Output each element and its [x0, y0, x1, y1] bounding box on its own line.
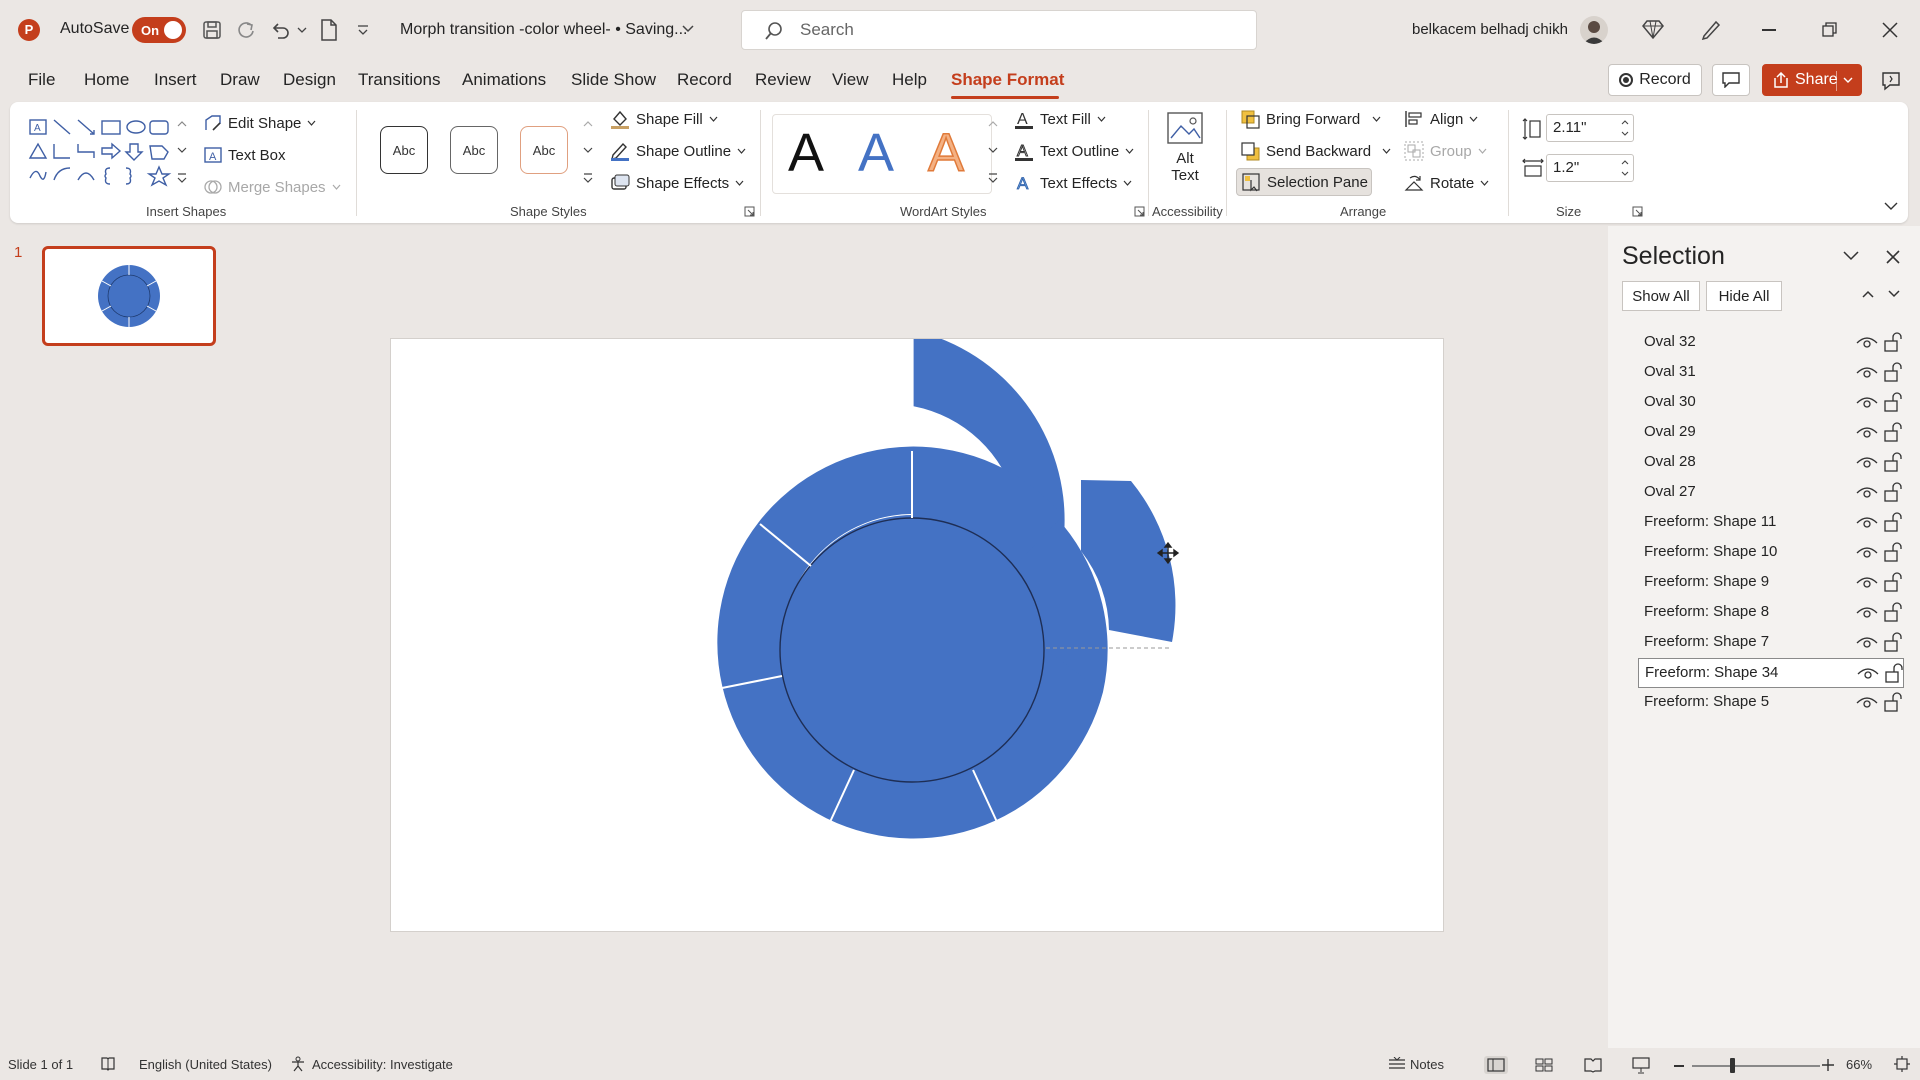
visibility-eye-icon[interactable]: [1856, 396, 1878, 410]
selection-list-item[interactable]: Freeform: Shape 9: [1638, 568, 1904, 598]
notes-button[interactable]: Notes: [1410, 1057, 1444, 1072]
unlock-icon[interactable]: [1884, 422, 1902, 442]
selection-item-label: Freeform: Shape 11: [1644, 513, 1777, 530]
visibility-eye-icon[interactable]: [1856, 456, 1878, 470]
zoom-slider[interactable]: [1692, 1058, 1820, 1073]
selection-item-label: Freeform: Shape 10: [1644, 543, 1778, 560]
selection-list-item[interactable]: Freeform: Shape 7: [1638, 628, 1904, 658]
hide-all-label: Hide All: [1718, 287, 1770, 305]
zoom-level[interactable]: 66%: [1846, 1057, 1872, 1072]
selection-item-label: Freeform: Shape 5: [1644, 693, 1770, 710]
visibility-eye-icon[interactable]: [1856, 546, 1878, 560]
selection-list-item[interactable]: Freeform: Shape 8: [1638, 598, 1904, 628]
selection-list-item[interactable]: Oval 27: [1638, 478, 1904, 508]
visibility-eye-icon[interactable]: [1856, 606, 1878, 620]
wheel-inner-circle[interactable]: [779, 517, 1045, 783]
selection-pane-title: Selection: [1622, 242, 1725, 270]
visibility-eye-icon[interactable]: [1856, 336, 1878, 350]
visibility-eye-icon[interactable]: [1856, 696, 1878, 710]
slide-info[interactable]: Slide 1 of 1: [8, 1057, 73, 1072]
unlock-icon[interactable]: [1884, 332, 1902, 352]
zoom-in-icon[interactable]: [1822, 1059, 1834, 1071]
selection-list-item[interactable]: Oval 32: [1638, 328, 1904, 358]
visibility-eye-icon[interactable]: [1856, 576, 1878, 590]
selection-item-label: Freeform: Shape 34: [1645, 664, 1779, 681]
unlock-icon[interactable]: [1884, 602, 1902, 622]
zoom-slider-thumb[interactable]: [1730, 1058, 1735, 1073]
selection-item-label: Oval 30: [1644, 393, 1696, 410]
visibility-eye-icon[interactable]: [1856, 426, 1878, 440]
fit-to-window-icon[interactable]: [1894, 1056, 1910, 1072]
accessibility-icon[interactable]: [290, 1056, 306, 1072]
zoom-out-icon[interactable]: [1674, 1065, 1684, 1067]
unlock-icon[interactable]: [1884, 482, 1902, 502]
language-status[interactable]: English (United States): [139, 1057, 272, 1072]
visibility-eye-icon[interactable]: [1856, 486, 1878, 500]
visibility-eye-icon[interactable]: [1857, 667, 1879, 681]
unlock-icon[interactable]: [1884, 392, 1902, 412]
unlock-icon[interactable]: [1884, 632, 1902, 652]
show-all-label: Show All: [1632, 287, 1690, 305]
unlock-icon[interactable]: [1884, 512, 1902, 532]
slide-sorter-icon[interactable]: [1535, 1058, 1553, 1072]
selection-item-label: Freeform: Shape 7: [1644, 633, 1770, 650]
unlock-icon[interactable]: [1884, 572, 1902, 592]
selection-list-item[interactable]: Oval 31: [1638, 358, 1904, 388]
show-all-button[interactable]: Show All: [1622, 281, 1700, 311]
selection-item-label: Freeform: Shape 8: [1644, 603, 1770, 620]
selection-item-label: Freeform: Shape 9: [1644, 573, 1770, 590]
selection-list-item[interactable]: Freeform: Shape 34: [1638, 658, 1904, 688]
slide-show-icon[interactable]: [1632, 1056, 1650, 1074]
selection-item-label: Oval 29: [1644, 423, 1696, 440]
reading-view-icon[interactable]: [1584, 1057, 1602, 1073]
selection-list-item[interactable]: Freeform: Shape 11: [1638, 508, 1904, 538]
selection-item-label: Oval 27: [1644, 483, 1696, 500]
unlock-icon[interactable]: [1885, 663, 1903, 683]
normal-view-icon[interactable]: [1484, 1056, 1508, 1074]
selection-list-item[interactable]: Oval 30: [1638, 388, 1904, 418]
selection-item-label: Oval 32: [1644, 333, 1696, 350]
selection-list-item[interactable]: Freeform: Shape 5: [1638, 688, 1904, 718]
unlock-icon[interactable]: [1884, 362, 1902, 382]
selection-pane-options-icon[interactable]: [1843, 251, 1859, 261]
spelling-check-icon[interactable]: [100, 1056, 116, 1072]
visibility-eye-icon[interactable]: [1856, 636, 1878, 650]
unlock-icon[interactable]: [1884, 542, 1902, 562]
unlock-icon[interactable]: [1884, 692, 1902, 712]
selection-item-label: Oval 28: [1644, 453, 1696, 470]
selection-list-item[interactable]: Freeform: Shape 10: [1638, 538, 1904, 568]
selection-list-item[interactable]: Oval 28: [1638, 448, 1904, 478]
unlock-icon[interactable]: [1884, 452, 1902, 472]
bring-forward-arrow-icon[interactable]: [1862, 290, 1874, 298]
send-backward-arrow-icon[interactable]: [1888, 290, 1900, 298]
accessibility-status[interactable]: Accessibility: Investigate: [312, 1057, 453, 1072]
hide-all-button[interactable]: Hide All: [1706, 281, 1782, 311]
notes-icon[interactable]: [1388, 1057, 1406, 1071]
selection-item-label: Oval 31: [1644, 363, 1696, 380]
visibility-eye-icon[interactable]: [1856, 516, 1878, 530]
visibility-eye-icon[interactable]: [1856, 366, 1878, 380]
selection-pane-close-icon[interactable]: [1886, 250, 1900, 264]
selection-list-item[interactable]: Oval 29: [1638, 418, 1904, 448]
